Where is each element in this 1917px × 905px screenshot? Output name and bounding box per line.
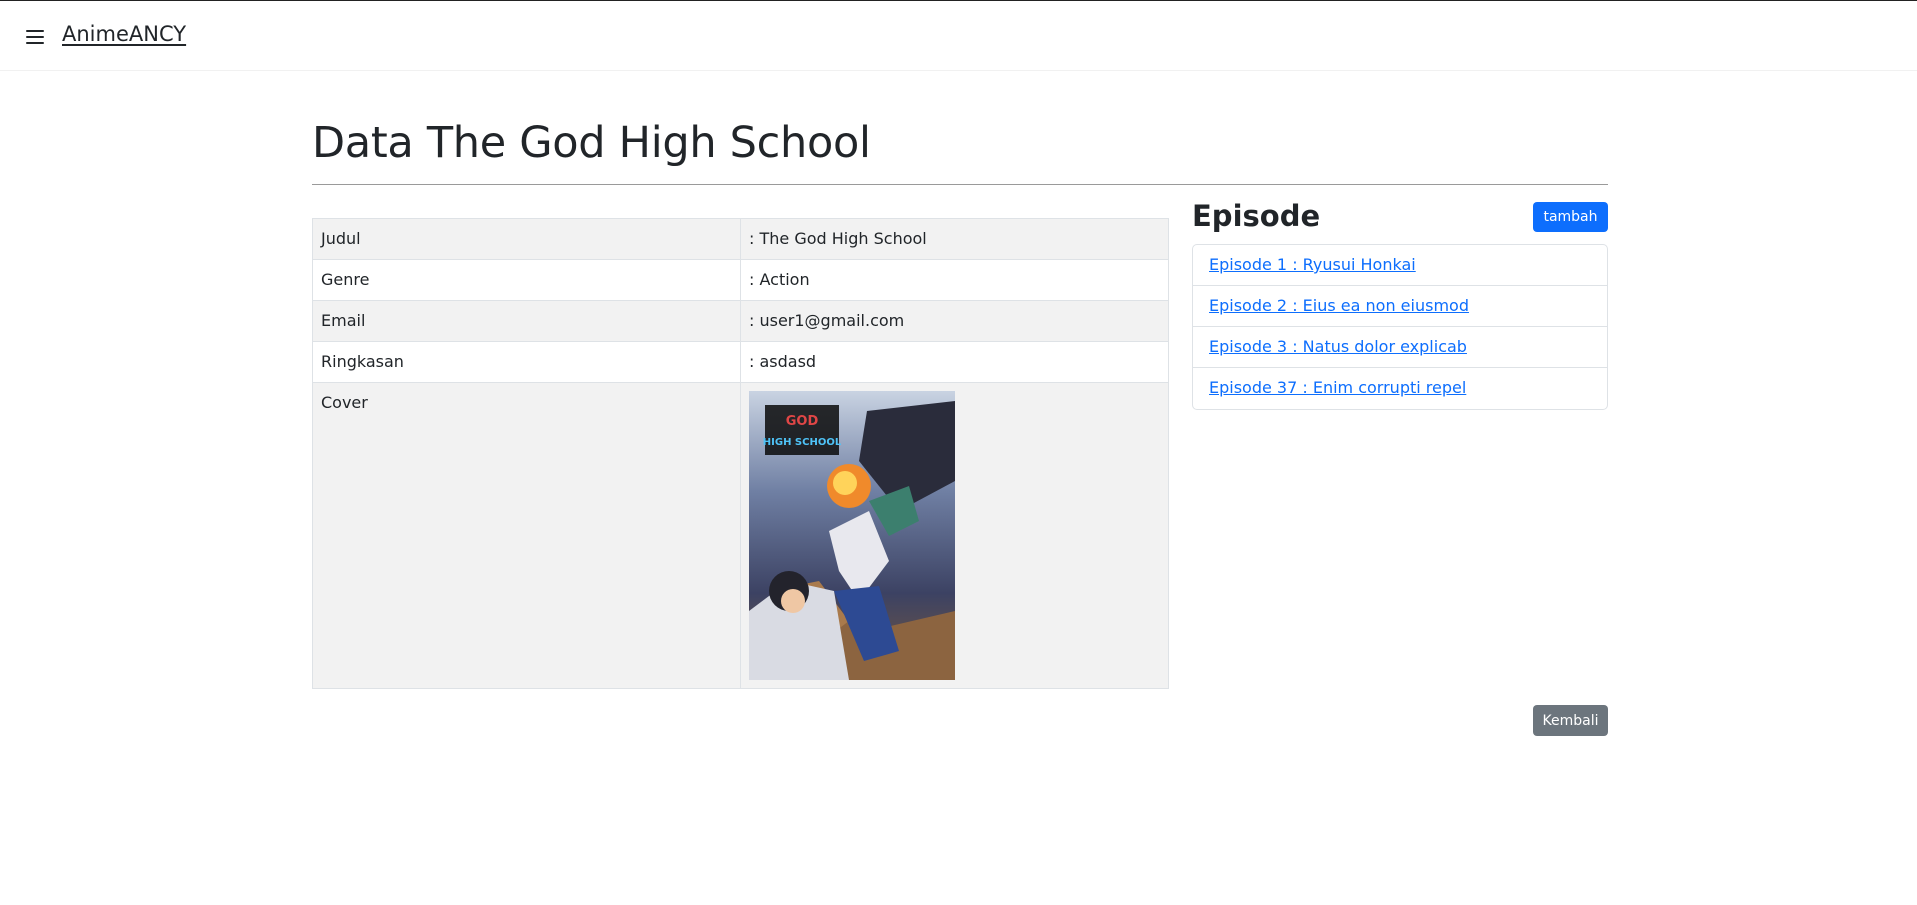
table-row: Judul : The God High School [312,218,1169,260]
svg-text:HIGH SCHOOL: HIGH SCHOOL [763,437,842,448]
episode-list: Episode 1 : Ryusui Honkai Episode 2 : Ei… [1192,244,1608,410]
list-item: Episode 1 : Ryusui Honkai [1193,245,1607,286]
table-row: Ringkasan : asdasd [312,341,1169,383]
hamburger-menu-icon[interactable] [26,29,44,45]
row-label-ringkasan: Ringkasan [312,341,741,383]
back-button[interactable]: Kembali [1533,705,1608,736]
row-value-judul: : The God High School [740,218,1169,260]
row-label-judul: Judul [312,218,741,260]
episode-link[interactable]: Episode 1 : Ryusui Honkai [1209,255,1416,274]
row-label-cover: Cover [312,382,741,689]
row-value-ringkasan: : asdasd [740,341,1169,383]
svg-text:GOD: GOD [786,414,819,429]
list-item: Episode 3 : Natus dolor explicab [1193,327,1607,368]
episode-link[interactable]: Episode 3 : Natus dolor explicab [1209,337,1467,356]
brand-link[interactable]: AnimeANCY [62,22,186,46]
row-value-email: : user1@gmail.com [740,300,1169,342]
divider [312,184,1608,185]
episode-link[interactable]: Episode 37 : Enim corrupti repel [1209,378,1466,397]
table-row: Email : user1@gmail.com [312,300,1169,342]
episode-link[interactable]: Episode 2 : Eius ea non eiusmod [1209,296,1469,315]
add-episode-button[interactable]: tambah [1533,202,1608,232]
list-item: Episode 2 : Eius ea non eiusmod [1193,286,1607,327]
details-table: Judul : The God High School Genre : Acti… [312,218,1169,689]
row-label-email: Email [312,300,741,342]
row-label-genre: Genre [312,259,741,301]
page-title: Data The God High School [312,118,871,168]
list-item: Episode 37 : Enim corrupti repel [1193,368,1607,409]
row-value-cover: GOD HIGH SCHOOL [740,382,1169,689]
table-row: Cover GOD HIGH SCHOOL [312,382,1169,689]
episode-heading: Episode [1192,199,1321,233]
cover-image: GOD HIGH SCHOOL [749,391,955,680]
navbar: AnimeANCY [0,1,1917,71]
table-row: Genre : Action [312,259,1169,301]
row-value-genre: : Action [740,259,1169,301]
